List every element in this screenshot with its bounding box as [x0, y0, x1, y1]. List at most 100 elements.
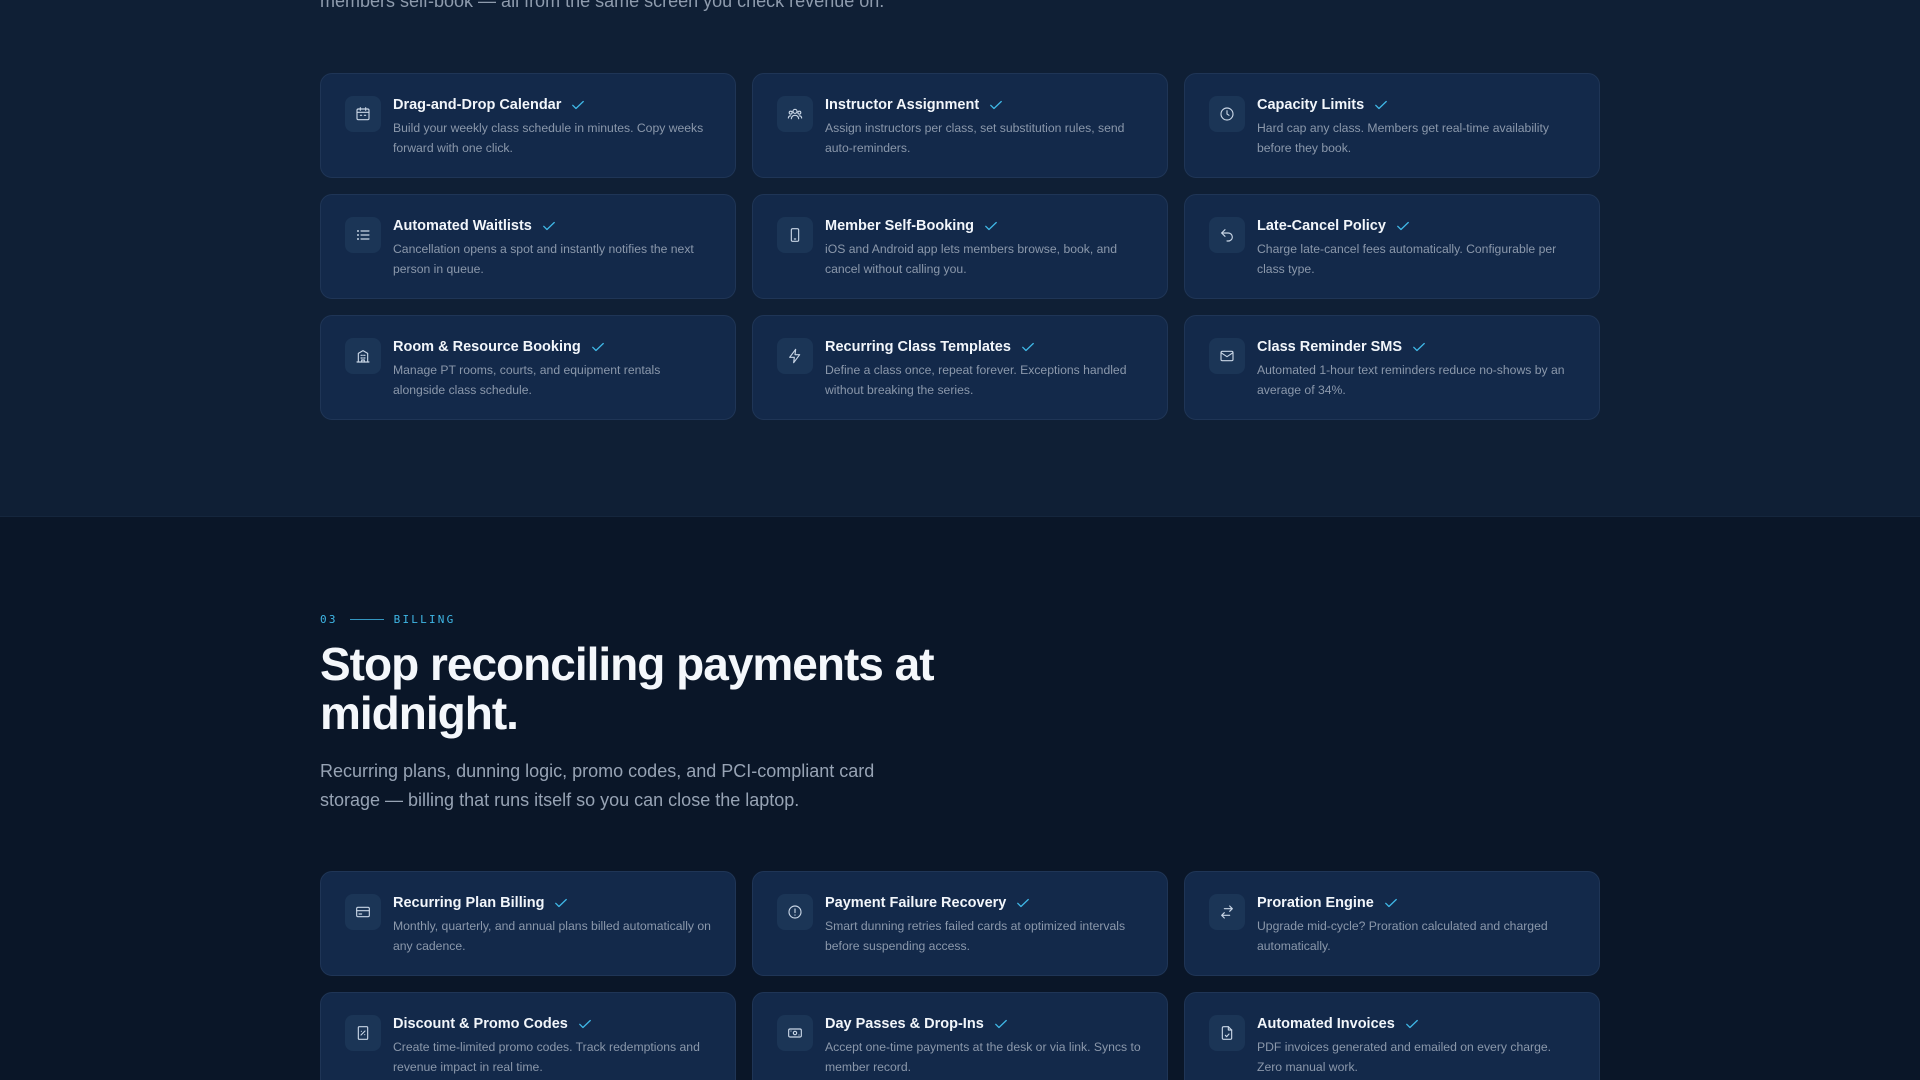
eyebrow-number: 03 [320, 613, 338, 626]
billing-headline: Stop reconciling payments at midnight. [320, 638, 935, 739]
lightning-icon [777, 338, 813, 374]
billing-subtext: Recurring plans, dunning logic, promo co… [320, 761, 875, 810]
credit-card-icon [345, 894, 381, 930]
undo-icon [1209, 217, 1245, 253]
feature-title-row: Late-Cancel Policy [1257, 216, 1577, 236]
feature-title-row: Payment Failure Recovery [825, 893, 1145, 913]
ticket-icon [777, 1015, 813, 1051]
feature-description: Hard cap any class. Members get real-tim… [1257, 121, 1549, 155]
feature-title-row: Proration Engine [1257, 893, 1577, 913]
feature-title: Automated Waitlists [393, 218, 532, 234]
feature-card: Late-Cancel Policy Charge late-cancel fee… [1184, 194, 1600, 299]
feature-card: Recurring Class Templates Define a class … [752, 315, 1168, 420]
feature-title: Day Passes & Drop-Ins [825, 1016, 984, 1032]
feature-title: Class Reminder SMS [1257, 339, 1403, 355]
feature-card-body: Instructor Assignment Assign instructors … [825, 96, 1145, 158]
feature-title: Proration Engine [1257, 895, 1374, 911]
feature-card-body: Automated Waitlists Cancellation opens a … [393, 217, 713, 279]
check-icon [591, 340, 605, 354]
feature-title-row: Capacity Limits [1257, 95, 1577, 115]
feature-title-row: Recurring Class Templates [825, 337, 1145, 357]
feature-card: Member Self-Booking iOS and Android app l… [752, 194, 1168, 299]
list-icon [345, 217, 381, 253]
check-icon [989, 98, 1003, 112]
mail-icon [1209, 338, 1245, 374]
feature-title: Automated Invoices [1257, 1016, 1395, 1032]
feature-title: Drag-and-Drop Calendar [393, 97, 562, 113]
feature-description: Monthly, quarterly, and annual plans bil… [393, 919, 711, 953]
eyebrow-label: BILLING [393, 613, 456, 626]
feature-card: Instructor Assignment Assign instructors … [752, 73, 1168, 178]
feature-title: Member Self-Booking [825, 218, 975, 234]
feature-title: Instructor Assignment [825, 97, 980, 113]
users-icon [777, 96, 813, 132]
feature-card-body: Recurring Plan Billing Monthly, quarterly… [393, 894, 713, 956]
feature-card: Day Passes & Drop-Ins Accept one-time pay… [752, 992, 1168, 1080]
feature-title: Discount & Promo Codes [393, 1016, 568, 1032]
feature-card-body: Discount & Promo Codes Create time-limite… [393, 1015, 713, 1077]
feature-card-body: Automated Invoices PDF invoices generated… [1257, 1015, 1577, 1077]
feature-description: PDF invoices generated and emailed on ev… [1257, 1040, 1552, 1074]
eyebrow-divider [349, 619, 384, 620]
file-invoice-icon [1209, 1015, 1245, 1051]
feature-card-body: Class Reminder SMS Automated 1-hour text … [1257, 338, 1577, 400]
feature-title: Payment Failure Recovery [825, 895, 1007, 911]
section-eyebrow: 03 BILLING [320, 613, 455, 626]
check-icon [1021, 340, 1035, 354]
feature-title-row: Automated Invoices [1257, 1014, 1577, 1034]
feature-card-body: Late-Cancel Policy Charge late-cancel fee… [1257, 217, 1577, 279]
page: members self-book — all from the same sc… [0, 0, 1920, 1080]
tag-icon [345, 1015, 381, 1051]
feature-title: Recurring Class Templates [825, 339, 1011, 355]
feature-card: Automated Waitlists Cancellation opens a … [320, 194, 736, 299]
feature-card-body: Payment Failure Recovery Smart dunning re… [825, 894, 1145, 956]
feature-card: Drag-and-Drop Calendar Build your weekly … [320, 73, 736, 178]
feature-description: Smart dunning retries failed cards at op… [825, 919, 1126, 953]
feature-title: Capacity Limits [1257, 97, 1365, 113]
check-icon [571, 98, 585, 112]
feature-title: Recurring Plan Billing [393, 895, 545, 911]
feature-description: Create time-limited promo codes. Track r… [393, 1040, 700, 1074]
feature-card-body: Recurring Class Templates Define a class … [825, 338, 1145, 400]
feature-card-body: Drag-and-Drop Calendar Build your weekly … [393, 96, 713, 158]
feature-description: Define a class once, repeat forever. Exc… [825, 363, 1127, 397]
feature-card-body: Room & Resource Booking Manage PT rooms, … [393, 338, 713, 400]
feature-title-row: Recurring Plan Billing [393, 893, 713, 913]
feature-card: Discount & Promo Codes Create time-limite… [320, 992, 736, 1080]
check-icon [984, 219, 998, 233]
feature-card: Capacity Limits Hard cap any class. Membe… [1184, 73, 1600, 178]
alert-circle-icon [777, 894, 813, 930]
feature-card-body: Member Self-Booking iOS and Android app l… [825, 217, 1145, 279]
feature-title-row: Day Passes & Drop-Ins [825, 1014, 1145, 1034]
feature-description: Build your weekly class schedule in minu… [393, 121, 704, 155]
feature-title: Room & Resource Booking [393, 339, 581, 355]
feature-card: Payment Failure Recovery Smart dunning re… [752, 871, 1168, 976]
feature-card: Class Reminder SMS Automated 1-hour text … [1184, 315, 1600, 420]
check-icon [994, 1017, 1008, 1031]
smartphone-icon [777, 217, 813, 253]
check-icon [1016, 896, 1030, 910]
check-icon [578, 1017, 592, 1031]
building-icon [345, 338, 381, 374]
feature-title-row: Member Self-Booking [825, 216, 1145, 236]
feature-description: Cancellation opens a spot and instantly … [393, 242, 694, 276]
check-icon [1405, 1017, 1419, 1031]
feature-title-row: Room & Resource Booking [393, 337, 713, 357]
feature-description: Charge late-cancel fees automatically. C… [1257, 242, 1557, 276]
feature-title-row: Drag-and-Drop Calendar [393, 95, 713, 115]
check-icon [1384, 896, 1398, 910]
feature-card-body: Proration Engine Upgrade mid-cycle? Prora… [1257, 894, 1577, 956]
feature-title: Late-Cancel Policy [1257, 218, 1386, 234]
scheduling-feature-grid: Drag-and-Drop Calendar Build your weekly … [320, 73, 1600, 420]
feature-title-row: Class Reminder SMS [1257, 337, 1577, 357]
feature-card: Proration Engine Upgrade mid-cycle? Prora… [1184, 871, 1600, 976]
feature-title-row: Instructor Assignment [825, 95, 1145, 115]
feature-card: Room & Resource Booking Manage PT rooms, … [320, 315, 736, 420]
feature-description: Assign instructors per class, set substi… [825, 121, 1125, 155]
check-icon [1412, 340, 1426, 354]
billing-feature-grid: Recurring Plan Billing Monthly, quarterly… [320, 871, 1600, 1080]
feature-card-body: Capacity Limits Hard cap any class. Membe… [1257, 96, 1577, 158]
calendar-icon [345, 96, 381, 132]
feature-description: Accept one-time payments at the desk or … [825, 1040, 1141, 1074]
feature-card-body: Day Passes & Drop-Ins Accept one-time pay… [825, 1015, 1145, 1077]
